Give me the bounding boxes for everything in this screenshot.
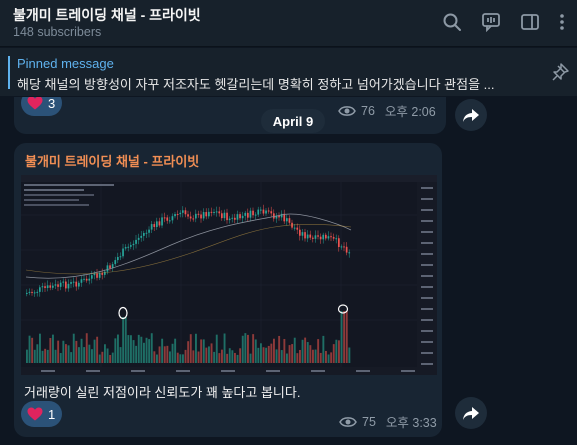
view-count: 75 (362, 414, 376, 429)
message-meta: 75 오후 3:33 (339, 412, 437, 431)
heart-reaction[interactable]: 1 (21, 401, 63, 427)
message-caption: 거래량이 실린 저점이라 신뢰도가 꽤 높다고 봅니다. (24, 385, 301, 400)
message-list[interactable]: 3 76 오후 2:06 April 9 불개미 트레이딩 채널 - 프라이빗 (0, 97, 577, 445)
channel-title[interactable]: 불개미 트레이딩 채널 - 프라이빗 (13, 5, 201, 25)
reaction-count: 1 (48, 406, 56, 422)
pinned-accent-bar (8, 56, 10, 89)
message-time: 오후 3:33 (385, 416, 437, 430)
channel-name[interactable]: 불개미 트레이딩 채널 - 프라이빗 (25, 151, 199, 170)
message-bubble[interactable]: 3 76 오후 2:06 (14, 97, 446, 134)
heart-reaction[interactable]: 3 (21, 97, 63, 116)
sidebar-toggle-icon[interactable] (520, 12, 540, 32)
date-separator: April 9 (261, 109, 325, 133)
pinned-message-bar[interactable]: Pinned message 해당 채널의 방향성이 자꾸 저조자도 헷갈리는데… (0, 48, 577, 96)
heart-icon (27, 97, 43, 110)
forward-icon (463, 109, 479, 122)
forward-button[interactable] (455, 99, 487, 131)
forward-icon (463, 407, 479, 420)
pinned-text: 해당 채널의 방향성이 자꾸 저조자도 헷갈리는데 명확히 정하고 넘어가겠습니… (17, 77, 495, 92)
heart-icon (27, 407, 43, 421)
eye-icon (338, 105, 356, 116)
chart-screenshot-image[interactable] (21, 175, 437, 375)
more-icon[interactable] (552, 12, 572, 32)
eye-icon (339, 416, 357, 427)
search-icon[interactable] (442, 12, 462, 32)
subscriber-count: 148 subscribers (13, 25, 102, 39)
view-count: 76 (361, 103, 375, 118)
discussion-icon[interactable] (481, 12, 501, 33)
message-time: 오후 2:06 (384, 105, 436, 119)
forward-button[interactable] (455, 397, 487, 429)
reaction-count: 3 (48, 97, 56, 111)
pinned-title: Pinned message (17, 56, 114, 71)
chat-header: 불개미 트레이딩 채널 - 프라이빗 148 subscribers (0, 0, 577, 47)
message-meta: 76 오후 2:06 (338, 101, 436, 120)
message-bubble[interactable]: 불개미 트레이딩 채널 - 프라이빗 거래량이 실린 저점이라 신뢰도가 꽤 높… (14, 143, 442, 437)
pin-list-icon[interactable] (552, 63, 570, 81)
